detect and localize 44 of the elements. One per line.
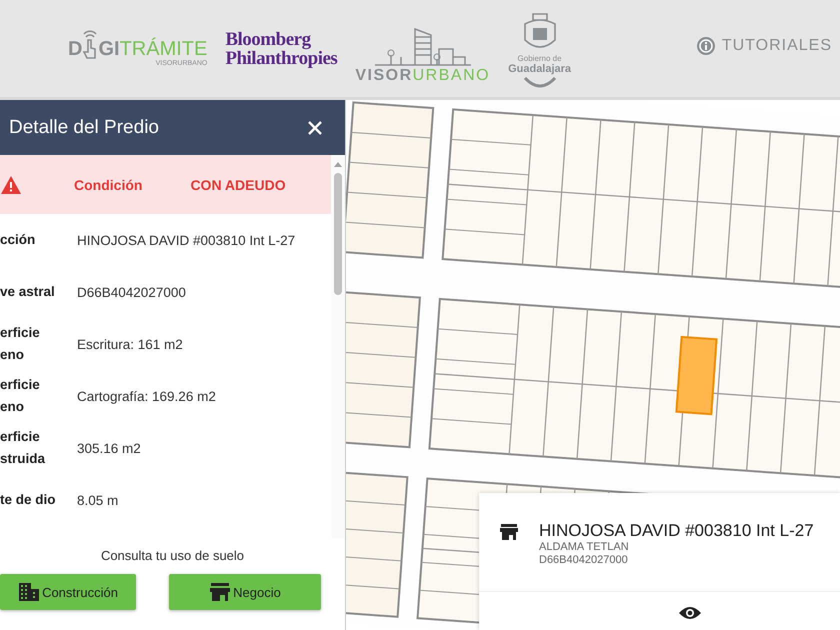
field-value: D66B4042027000 — [77, 284, 186, 300]
eye-icon — [678, 605, 702, 621]
use-button[interactable]: Negocio — [169, 574, 321, 610]
field-value: HINOJOSA DAVID #003810 Int L-27 — [77, 232, 296, 248]
field-label: cción — [0, 231, 36, 249]
field-label: erficie eno — [0, 324, 41, 364]
logo-text: Bloomberg — [225, 30, 311, 48]
use-button[interactable]: Construcción — [0, 574, 136, 610]
scrollbar-thumb[interactable] — [334, 173, 342, 295]
field-label: erficie struida — [0, 428, 46, 468]
logo-text: D — [68, 38, 82, 60]
warning-icon — [0, 174, 22, 194]
card-title: HINOJOSA DAVID #003810 Int L-27 — [539, 521, 814, 541]
field-value: Escritura: 161 m2 — [77, 336, 183, 352]
logo-text: GI — [98, 38, 120, 60]
view-button[interactable] — [678, 605, 702, 621]
logo-text: Philanthropies — [225, 48, 338, 68]
hand-icon — [82, 30, 98, 60]
field-label: te de dio — [0, 491, 57, 509]
panel-title: Detalle del Predio — [9, 116, 159, 138]
close-button[interactable] — [307, 120, 323, 136]
field-value: 8.05 m — [77, 492, 118, 508]
card-subtitle: ALDAMA TETLAN — [539, 541, 630, 554]
logo-text: VISOR — [355, 66, 413, 84]
info-icon — [696, 36, 716, 56]
card-subtitle: D66B4042027000 — [539, 554, 629, 567]
field-label: ve astral — [0, 283, 56, 301]
field-label: erficie eno — [0, 376, 41, 416]
skyline-icon — [372, 26, 473, 66]
logo-text: TRÁMITE — [120, 38, 208, 60]
logo-text: URBANO — [412, 66, 490, 84]
scrollbar[interactable] — [331, 155, 345, 538]
field-value: Cartografía: 169.26 m2 — [77, 388, 216, 404]
alert-value: CON ADEUDO — [190, 176, 286, 192]
scroll-up-icon — [334, 161, 342, 167]
logo-text: Guadalajara — [508, 62, 572, 76]
alert-label: Condición — [74, 176, 142, 192]
field-value: 305.16 m2 — [77, 440, 141, 456]
building-icon — [18, 582, 40, 602]
storefront-icon — [499, 523, 519, 541]
storefront-icon — [209, 582, 232, 602]
logo-text: Gobierno de — [518, 54, 562, 62]
prompt-text: Consulta tu uso de suelo — [100, 548, 244, 563]
smile-icon — [522, 76, 558, 88]
